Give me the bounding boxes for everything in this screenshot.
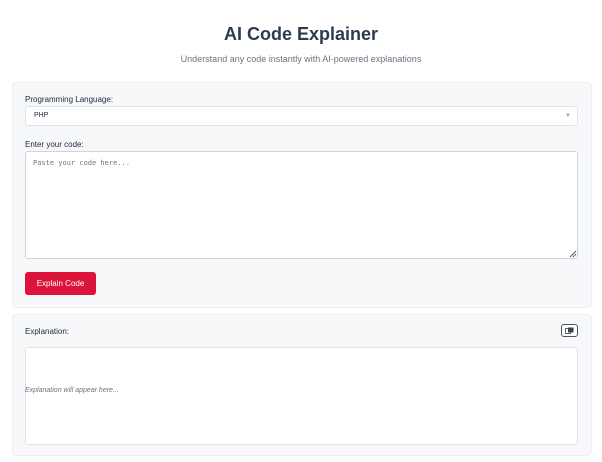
- explanation-card: Explanation: Explanation will appear her…: [12, 314, 592, 456]
- explanation-label: Explanation:: [25, 327, 70, 336]
- language-label: Programming Language:: [25, 95, 114, 104]
- chevron-down-icon: ▼: [565, 113, 571, 119]
- code-input[interactable]: [25, 151, 578, 259]
- explanation-output: [25, 347, 578, 445]
- page-subtitle: Understand any code instantly with AI-po…: [180, 54, 422, 64]
- page-title: AI Code Explainer: [223, 24, 379, 44]
- language-select[interactable]: PHP ▼: [25, 106, 578, 126]
- code-input-card: Programming Language: PHP ▼ Enter your c…: [12, 82, 592, 308]
- page-header: AI Code Explainer Understand any code in…: [0, 0, 602, 65]
- copy-icon: [565, 327, 574, 334]
- language-select-value: PHP: [34, 112, 49, 119]
- code-label: Enter your code:: [25, 140, 84, 149]
- explanation-placeholder: Explanation will appear here...: [25, 387, 119, 394]
- resize-handle-icon[interactable]: [569, 250, 577, 258]
- copy-button[interactable]: [561, 324, 578, 337]
- explain-code-button[interactable]: Explain Code: [25, 272, 96, 295]
